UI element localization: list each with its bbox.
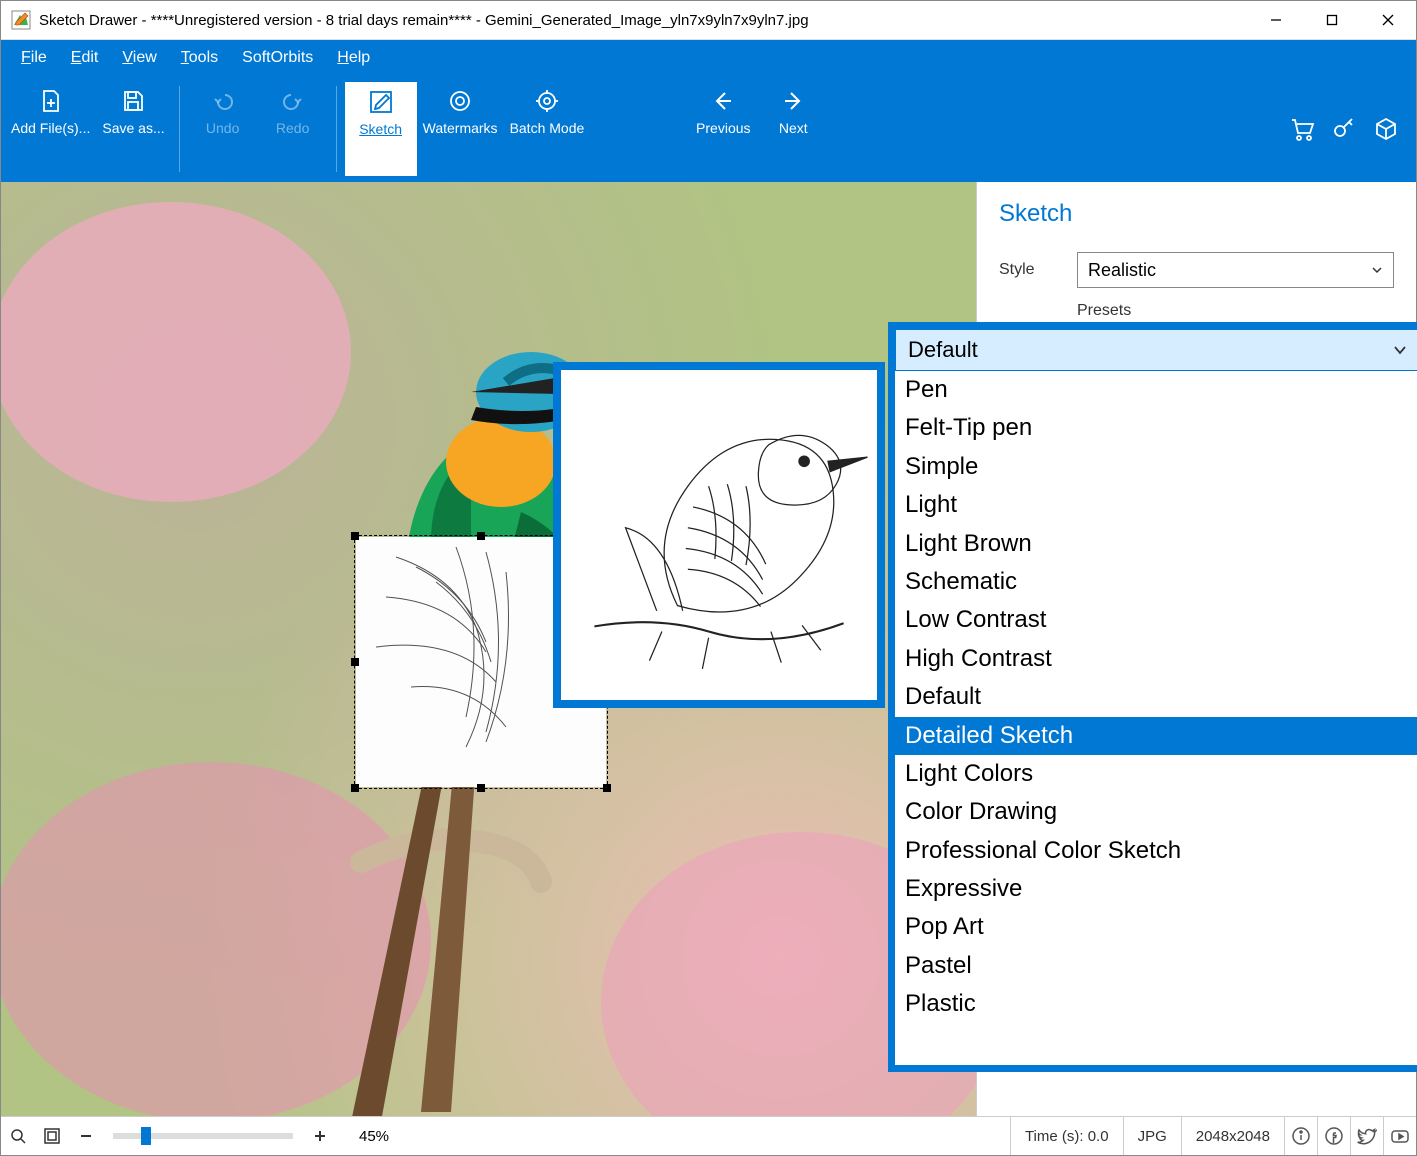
preset-option[interactable]: Professional Color Sketch	[895, 832, 1417, 870]
undo-button: Undo	[188, 82, 258, 176]
status-dimensions: 2048x2048	[1181, 1117, 1284, 1155]
save-as-button[interactable]: Save as...	[96, 82, 170, 176]
menu-tools[interactable]: Tools	[169, 40, 230, 76]
dropdown-list: PenFelt-Tip penSimpleLightLight BrownSch…	[895, 371, 1417, 1065]
cart-icon[interactable]	[1288, 115, 1316, 143]
twitter-icon[interactable]	[1350, 1117, 1383, 1155]
close-button[interactable]	[1360, 1, 1416, 39]
maximize-button[interactable]	[1304, 1, 1360, 39]
redo-button: Redo	[258, 82, 328, 176]
preset-option[interactable]: Plastic	[895, 985, 1417, 1023]
chevron-down-icon	[1392, 342, 1408, 358]
batch-mode-button[interactable]: Batch Mode	[504, 82, 591, 176]
panel-title: Sketch	[999, 200, 1394, 228]
menu-file[interactable]: File	[9, 40, 59, 76]
minimize-button[interactable]	[1248, 1, 1304, 39]
sketch-label: Sketch	[359, 121, 402, 137]
batch-icon	[534, 86, 560, 116]
sketch-preview-popup	[553, 362, 885, 708]
previous-icon	[710, 86, 736, 116]
style-select[interactable]: Realistic	[1077, 252, 1394, 288]
zoom-actual-icon[interactable]	[3, 1121, 33, 1151]
save-as-label: Save as...	[102, 120, 164, 136]
app-icon	[11, 10, 31, 30]
preset-option[interactable]: Simple	[895, 448, 1417, 486]
preset-option[interactable]: Default	[895, 678, 1417, 716]
dropdown-header[interactable]: Default	[895, 329, 1417, 371]
window-title: Sketch Drawer - ****Unregistered version…	[39, 12, 1248, 29]
undo-label: Undo	[206, 120, 239, 136]
add-file-icon	[38, 86, 64, 116]
preset-option[interactable]: Light Brown	[895, 525, 1417, 563]
image-canvas[interactable]	[1, 182, 976, 1116]
presets-dropdown[interactable]: Default PenFelt-Tip penSimpleLightLight …	[888, 322, 1417, 1072]
status-format: JPG	[1123, 1117, 1181, 1155]
status-time: Time (s): 0.0	[1010, 1117, 1123, 1155]
key-icon[interactable]	[1330, 115, 1358, 143]
menu-help[interactable]: Help	[325, 40, 382, 76]
zoom-in-button[interactable]	[305, 1121, 335, 1151]
facebook-icon[interactable]	[1317, 1117, 1350, 1155]
titlebar: Sketch Drawer - ****Unregistered version…	[1, 1, 1416, 40]
preset-option[interactable]: Pastel	[895, 947, 1417, 985]
zoom-slider[interactable]	[113, 1133, 293, 1139]
dropdown-header-label: Default	[908, 337, 978, 363]
preset-option[interactable]: High Contrast	[895, 640, 1417, 678]
preset-option[interactable]: Low Contrast	[895, 601, 1417, 639]
preset-option[interactable]: Pop Art	[895, 908, 1417, 946]
info-icon[interactable]	[1284, 1117, 1317, 1155]
presets-label: Presets	[1077, 302, 1394, 320]
redo-icon	[281, 86, 305, 116]
window-controls	[1248, 1, 1416, 39]
style-label: Style	[999, 261, 1077, 279]
watermarks-label: Watermarks	[423, 120, 498, 136]
next-icon	[780, 86, 806, 116]
preset-option[interactable]: Expressive	[895, 870, 1417, 908]
sketch-tool-button[interactable]: Sketch	[345, 82, 417, 176]
preset-option[interactable]: Color Drawing	[895, 793, 1417, 831]
youtube-icon[interactable]	[1383, 1117, 1416, 1155]
watermark-icon	[447, 86, 473, 116]
menu-softorbits[interactable]: SoftOrbits	[230, 40, 325, 76]
watermarks-button[interactable]: Watermarks	[417, 82, 504, 176]
undo-icon	[211, 86, 235, 116]
redo-label: Redo	[276, 120, 309, 136]
preset-option[interactable]: Schematic	[895, 563, 1417, 601]
preset-option[interactable]: Pen	[895, 371, 1417, 409]
menu-edit[interactable]: Edit	[59, 40, 111, 76]
preset-option[interactable]: Light Colors	[895, 755, 1417, 793]
save-icon	[120, 86, 146, 116]
ribbon-toolbar: Add File(s)... Save as... Undo Redo Sket…	[1, 76, 1416, 182]
next-label: Next	[779, 120, 808, 136]
next-button[interactable]: Next	[758, 82, 828, 176]
previous-button[interactable]: Previous	[688, 82, 758, 176]
zoom-percent: 45%	[359, 1128, 389, 1145]
preset-option[interactable]: Felt-Tip pen	[895, 409, 1417, 447]
add-files-button[interactable]: Add File(s)...	[5, 82, 96, 176]
package-icon[interactable]	[1372, 115, 1400, 143]
zoom-out-button[interactable]	[71, 1121, 101, 1151]
batch-label: Batch Mode	[510, 120, 585, 136]
menu-view[interactable]: View	[110, 40, 168, 76]
menubar: FileEditViewToolsSoftOrbitsHelp	[1, 40, 1416, 76]
previous-label: Previous	[696, 120, 750, 136]
zoom-fit-icon[interactable]	[37, 1121, 67, 1151]
app-window: Sketch Drawer - ****Unregistered version…	[0, 0, 1417, 1156]
add-files-label: Add File(s)...	[11, 120, 90, 136]
preset-option[interactable]: Detailed Sketch	[895, 717, 1417, 755]
statusbar: 45% Time (s): 0.0 JPG 2048x2048	[1, 1116, 1416, 1155]
preset-option[interactable]: Light	[895, 486, 1417, 524]
chevron-down-icon	[1371, 264, 1383, 276]
sketch-icon	[368, 87, 394, 117]
main-area: Sketch Style Realistic Presets Default P…	[1, 182, 1416, 1116]
style-value: Realistic	[1088, 260, 1156, 281]
